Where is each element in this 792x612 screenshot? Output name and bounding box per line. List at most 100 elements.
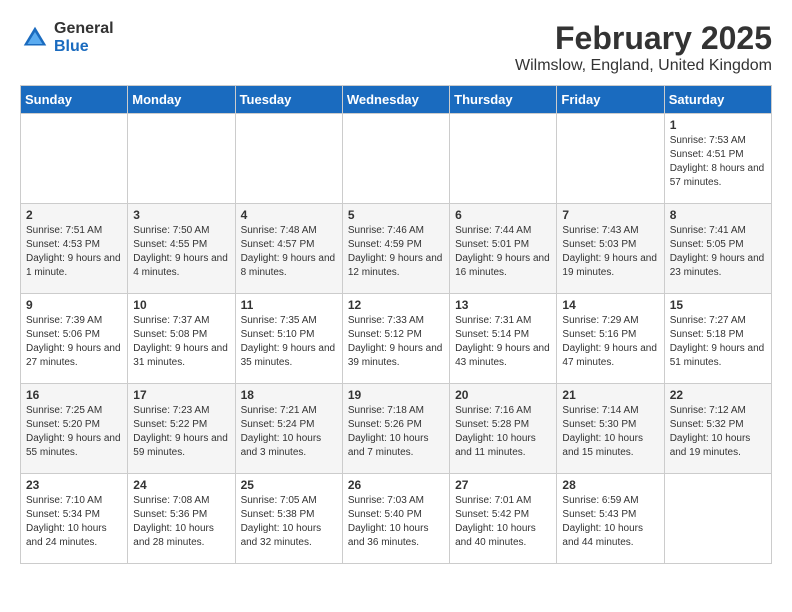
calendar-week-row: 2 Sunrise: 7:51 AM Sunset: 4:53 PM Daylig… — [21, 204, 772, 294]
day-info: Sunrise: 7:44 AM Sunset: 5:01 PM Dayligh… — [455, 224, 551, 280]
day-number: 7 — [562, 208, 658, 222]
day-info: Sunrise: 7:29 AM Sunset: 5:16 PM Dayligh… — [562, 314, 658, 370]
day-info: Sunrise: 7:10 AM Sunset: 5:34 PM Dayligh… — [26, 494, 122, 550]
calendar-cell: 18 Sunrise: 7:21 AM Sunset: 5:24 PM Dayli… — [235, 384, 342, 474]
logo-icon — [20, 23, 50, 53]
day-info: Sunrise: 7:46 AM Sunset: 4:59 PM Dayligh… — [348, 224, 444, 280]
day-info: Sunrise: 7:18 AM Sunset: 5:26 PM Dayligh… — [348, 404, 444, 460]
day-info: Sunrise: 7:08 AM Sunset: 5:36 PM Dayligh… — [133, 494, 229, 550]
day-info: Sunrise: 7:14 AM Sunset: 5:30 PM Dayligh… — [562, 404, 658, 460]
day-number: 18 — [241, 388, 337, 402]
logo: General Blue — [20, 20, 114, 55]
col-friday: Friday — [557, 86, 664, 114]
day-info: Sunrise: 7:12 AM Sunset: 5:32 PM Dayligh… — [670, 404, 766, 460]
day-number: 10 — [133, 298, 229, 312]
day-number: 2 — [26, 208, 122, 222]
day-number: 14 — [562, 298, 658, 312]
calendar-cell: 26 Sunrise: 7:03 AM Sunset: 5:40 PM Dayli… — [342, 474, 449, 564]
calendar-table: Sunday Monday Tuesday Wednesday Thursday… — [20, 85, 772, 564]
day-info: Sunrise: 7:35 AM Sunset: 5:10 PM Dayligh… — [241, 314, 337, 370]
day-number: 6 — [455, 208, 551, 222]
day-info: Sunrise: 7:41 AM Sunset: 5:05 PM Dayligh… — [670, 224, 766, 280]
calendar-cell: 23 Sunrise: 7:10 AM Sunset: 5:34 PM Dayli… — [21, 474, 128, 564]
calendar-cell: 27Sunrise: 7:01 AM Sunset: 5:42 PM Dayli… — [450, 474, 557, 564]
day-number: 16 — [26, 388, 122, 402]
col-monday: Monday — [128, 86, 235, 114]
calendar-cell: 3Sunrise: 7:50 AM Sunset: 4:55 PM Daylig… — [128, 204, 235, 294]
day-number: 12 — [348, 298, 444, 312]
title-block: February 2025 Wilmslow, England, United … — [515, 20, 772, 75]
col-sunday: Sunday — [21, 86, 128, 114]
calendar-cell — [128, 114, 235, 204]
day-number: 26 — [348, 478, 444, 492]
day-number: 11 — [241, 298, 337, 312]
day-info: Sunrise: 7:43 AM Sunset: 5:03 PM Dayligh… — [562, 224, 658, 280]
calendar-cell: 14 Sunrise: 7:29 AM Sunset: 5:16 PM Dayli… — [557, 294, 664, 384]
calendar-cell: 20 Sunrise: 7:16 AM Sunset: 5:28 PM Dayli… — [450, 384, 557, 474]
calendar-cell: 8 Sunrise: 7:41 AM Sunset: 5:05 PM Daylig… — [664, 204, 771, 294]
calendar-cell: 10 Sunrise: 7:37 AM Sunset: 5:08 PM Dayli… — [128, 294, 235, 384]
day-number: 19 — [348, 388, 444, 402]
calendar-cell: 2 Sunrise: 7:51 AM Sunset: 4:53 PM Daylig… — [21, 204, 128, 294]
calendar-week-row: 9 Sunrise: 7:39 AM Sunset: 5:06 PM Daylig… — [21, 294, 772, 384]
day-number: 15 — [670, 298, 766, 312]
calendar-title: February 2025 — [515, 20, 772, 57]
day-info: Sunrise: 7:53 AM Sunset: 4:51 PM Dayligh… — [670, 134, 766, 190]
calendar-cell: 4 Sunrise: 7:48 AM Sunset: 4:57 PM Daylig… — [235, 204, 342, 294]
day-info: Sunrise: 7:01 AM Sunset: 5:42 PM Dayligh… — [455, 494, 551, 550]
day-info: Sunrise: 7:39 AM Sunset: 5:06 PM Dayligh… — [26, 314, 122, 370]
day-number: 22 — [670, 388, 766, 402]
calendar-cell: 11 Sunrise: 7:35 AM Sunset: 5:10 PM Dayli… — [235, 294, 342, 384]
day-info: Sunrise: 7:23 AM Sunset: 5:22 PM Dayligh… — [133, 404, 229, 460]
calendar-week-row: 1Sunrise: 7:53 AM Sunset: 4:51 PM Daylig… — [21, 114, 772, 204]
calendar-week-row: 23 Sunrise: 7:10 AM Sunset: 5:34 PM Dayli… — [21, 474, 772, 564]
day-info: Sunrise: 7:16 AM Sunset: 5:28 PM Dayligh… — [455, 404, 551, 460]
calendar-cell — [21, 114, 128, 204]
col-saturday: Saturday — [664, 86, 771, 114]
day-number: 23 — [26, 478, 122, 492]
day-number: 20 — [455, 388, 551, 402]
day-number: 3 — [133, 208, 229, 222]
day-info: Sunrise: 7:05 AM Sunset: 5:38 PM Dayligh… — [241, 494, 337, 550]
calendar-cell — [235, 114, 342, 204]
day-info: Sunrise: 7:03 AM Sunset: 5:40 PM Dayligh… — [348, 494, 444, 550]
day-info: Sunrise: 7:25 AM Sunset: 5:20 PM Dayligh… — [26, 404, 122, 460]
day-number: 5 — [348, 208, 444, 222]
calendar-cell: 7 Sunrise: 7:43 AM Sunset: 5:03 PM Daylig… — [557, 204, 664, 294]
day-info: Sunrise: 7:48 AM Sunset: 4:57 PM Dayligh… — [241, 224, 337, 280]
day-number: 9 — [26, 298, 122, 312]
calendar-cell: 28 Sunrise: 6:59 AM Sunset: 5:43 PM Dayli… — [557, 474, 664, 564]
calendar-cell: 1Sunrise: 7:53 AM Sunset: 4:51 PM Daylig… — [664, 114, 771, 204]
day-info: Sunrise: 7:31 AM Sunset: 5:14 PM Dayligh… — [455, 314, 551, 370]
calendar-cell: 25 Sunrise: 7:05 AM Sunset: 5:38 PM Dayli… — [235, 474, 342, 564]
calendar-cell — [557, 114, 664, 204]
calendar-cell: 9 Sunrise: 7:39 AM Sunset: 5:06 PM Daylig… — [21, 294, 128, 384]
logo-blue: Blue — [54, 38, 114, 56]
calendar-header-row: Sunday Monday Tuesday Wednesday Thursday… — [21, 86, 772, 114]
calendar-cell: 22 Sunrise: 7:12 AM Sunset: 5:32 PM Dayli… — [664, 384, 771, 474]
col-thursday: Thursday — [450, 86, 557, 114]
calendar-cell: 17Sunrise: 7:23 AM Sunset: 5:22 PM Dayli… — [128, 384, 235, 474]
day-info: Sunrise: 7:37 AM Sunset: 5:08 PM Dayligh… — [133, 314, 229, 370]
page-header: General Blue February 2025 Wilmslow, Eng… — [20, 20, 772, 75]
calendar-cell: 6 Sunrise: 7:44 AM Sunset: 5:01 PM Daylig… — [450, 204, 557, 294]
col-wednesday: Wednesday — [342, 86, 449, 114]
calendar-cell: 12 Sunrise: 7:33 AM Sunset: 5:12 PM Dayli… — [342, 294, 449, 384]
calendar-subtitle: Wilmslow, England, United Kingdom — [515, 57, 772, 75]
calendar-week-row: 16 Sunrise: 7:25 AM Sunset: 5:20 PM Dayli… — [21, 384, 772, 474]
day-info: Sunrise: 7:27 AM Sunset: 5:18 PM Dayligh… — [670, 314, 766, 370]
day-number: 8 — [670, 208, 766, 222]
calendar-cell: 21 Sunrise: 7:14 AM Sunset: 5:30 PM Dayli… — [557, 384, 664, 474]
calendar-cell — [664, 474, 771, 564]
day-info: Sunrise: 7:33 AM Sunset: 5:12 PM Dayligh… — [348, 314, 444, 370]
calendar-cell — [342, 114, 449, 204]
col-tuesday: Tuesday — [235, 86, 342, 114]
day-info: Sunrise: 7:21 AM Sunset: 5:24 PM Dayligh… — [241, 404, 337, 460]
day-number: 28 — [562, 478, 658, 492]
day-info: Sunrise: 7:51 AM Sunset: 4:53 PM Dayligh… — [26, 224, 122, 280]
day-number: 25 — [241, 478, 337, 492]
day-info: Sunrise: 6:59 AM Sunset: 5:43 PM Dayligh… — [562, 494, 658, 550]
day-number: 21 — [562, 388, 658, 402]
day-number: 4 — [241, 208, 337, 222]
logo-general: General — [54, 20, 114, 38]
